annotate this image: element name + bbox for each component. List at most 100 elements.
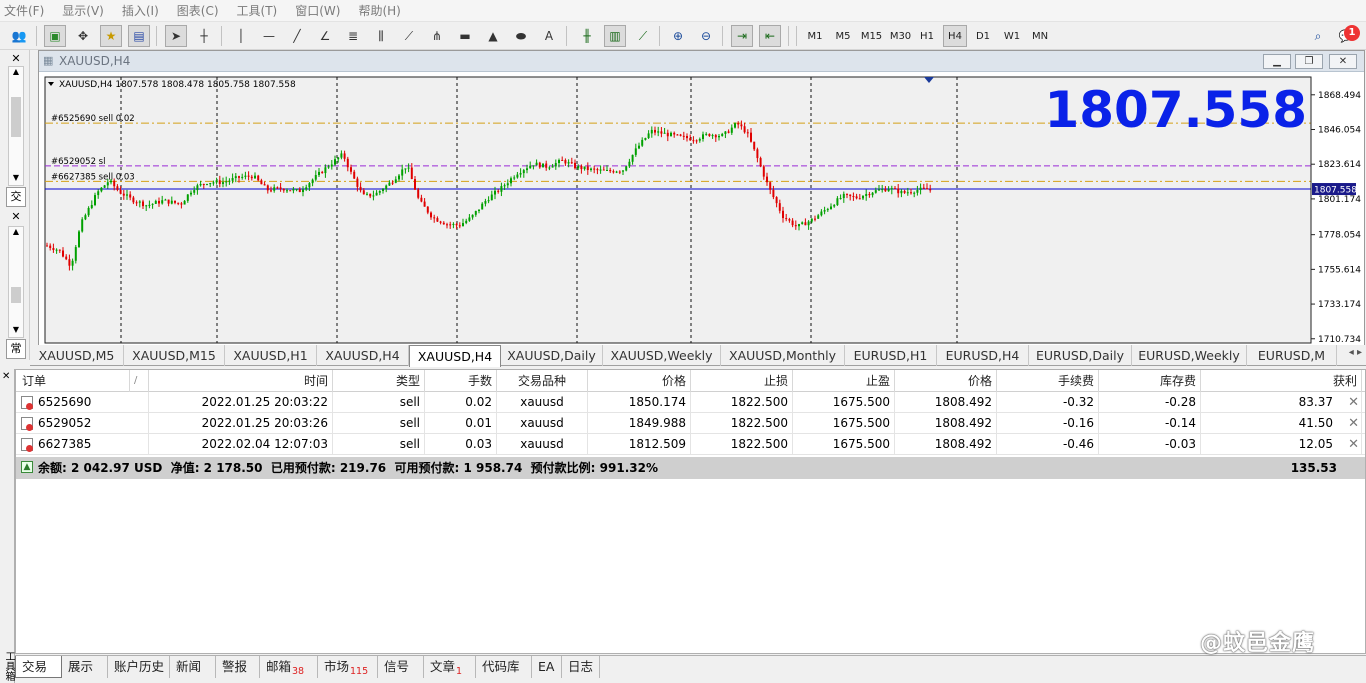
crosshair-move-icon[interactable]: ✥ [72,25,94,47]
chart-tab[interactable]: XAUUSD,Daily [501,345,603,366]
column-header[interactable]: 价格 [588,370,691,392]
terminal-tab[interactable]: 信号 [378,656,424,678]
chart-tab[interactable]: XAUUSD,Weekly [603,345,721,366]
zoom-out-icon[interactable]: ⊖ [695,25,717,47]
gann-icon[interactable]: ⋔ [426,25,448,47]
menu-view[interactable]: 显示(V) [62,2,104,19]
chart-tab[interactable]: XAUUSD,H4 [409,345,501,367]
close-icon[interactable]: ✕ [8,52,24,66]
column-header[interactable]: 价格 [895,370,997,392]
chevron-up-icon[interactable]: ▲ [9,227,23,239]
crosshair-icon[interactable]: ┼ [193,25,215,47]
auto-scroll-icon[interactable]: ⇥ [731,25,753,47]
menu-file[interactable]: 文件(F) [4,2,44,19]
chevron-left-icon[interactable]: ◂ ▸ [1349,347,1362,358]
column-header[interactable]: 库存费 [1099,370,1201,392]
menu-tools[interactable]: 工具(T) [237,2,278,19]
column-header[interactable]: 手数 [425,370,497,392]
terminal-tab[interactable]: 账户历史 [108,656,170,678]
close-icon[interactable]: ✕ [1329,54,1357,69]
column-header[interactable]: 止损 [691,370,793,392]
chart-tab[interactable]: EURUSD,Weekly [1132,345,1247,366]
chevron-up-icon[interactable]: ▲ [9,67,23,79]
fibo-icon[interactable]: ⫼ [370,25,392,47]
navigator-icon[interactable]: ▤ [128,25,150,47]
chart-tab[interactable]: EURUSD,M [1247,345,1337,366]
line-chart-icon[interactable]: ⟋ [632,25,654,47]
minimize-icon[interactable]: ▁ [1263,54,1291,69]
trendline-icon[interactable]: ╱ [286,25,308,47]
text-icon[interactable]: A [538,25,560,47]
table-row[interactable]: 6627385 2022.02.04 12:07:03 sell 0.03 xauusd… [16,434,1365,455]
terminal-tab[interactable]: 市场115 [318,656,378,678]
timeframe-m30[interactable]: M30 [887,25,914,47]
menu-insert[interactable]: 插入(I) [122,2,159,19]
chevron-down-icon[interactable]: ▼ [9,325,23,337]
bar-chart-icon[interactable]: ╫ [576,25,598,47]
chart-tab[interactable]: XAUUSD,Monthly [721,345,845,366]
chart-tab[interactable]: XAUUSD,H1 [225,345,317,366]
close-order-icon[interactable]: ✕ [1348,392,1359,413]
column-header[interactable]: 止盈 [793,370,895,392]
navigator-scrollbar[interactable]: ▲ ▼ [8,226,24,338]
table-row[interactable]: 6525690 2022.01.25 20:03:22 sell 0.02 xauusd… [16,392,1365,413]
ellipse-icon[interactable]: ⬬ [510,25,532,47]
terminal-tab[interactable]: EA [532,656,562,678]
column-header[interactable]: / [130,370,149,392]
column-header[interactable]: 订单 [16,370,130,392]
terminal-tab[interactable]: 新闻 [170,656,216,678]
chart-tab[interactable]: XAUUSD,M5 [30,345,124,366]
chart-tab[interactable]: XAUUSD,M15 [124,345,225,366]
chart-tab[interactable]: EURUSD,H4 [937,345,1029,366]
close-order-icon[interactable]: ✕ [1348,413,1359,434]
close-icon[interactable]: ✕ [2,371,10,382]
timeframe-mn[interactable]: MN [1027,25,1053,47]
terminal-tab[interactable]: 文章1 [424,656,476,678]
cursor-icon[interactable]: ➤ [165,25,187,47]
terminal-tab[interactable]: 警报 [216,656,260,678]
column-header[interactable]: 交易品种 [497,370,588,392]
timeframe-m1[interactable]: M1 [803,25,827,47]
search-icon[interactable]: ⌕ [1307,25,1329,47]
timeframe-w1[interactable]: W1 [999,25,1025,47]
menu-window[interactable]: 窗口(W) [295,2,340,19]
new-chart-icon[interactable]: ▣ [44,25,66,47]
terminal-tab[interactable]: 交易 [15,656,62,678]
column-header[interactable]: 时间 [149,370,333,392]
column-header[interactable]: 手续费 [997,370,1099,392]
menu-help[interactable]: 帮助(H) [358,2,400,19]
triangle-icon[interactable]: ▲ [482,25,504,47]
timeframe-h4[interactable]: H4 [943,25,967,47]
chart-tab[interactable]: EURUSD,Daily [1029,345,1132,366]
zoom-in-icon[interactable]: ⊕ [667,25,689,47]
market-watch-scrollbar[interactable]: ▲ ▼ [8,66,24,186]
channel-icon[interactable]: ≣ [342,25,364,47]
timeframe-m5[interactable]: M5 [831,25,855,47]
timeframe-d1[interactable]: D1 [971,25,995,47]
panel-tab-common[interactable]: 常 [6,339,26,359]
fibo-fan-icon[interactable]: ⟋ [398,25,420,47]
scroll-thumb[interactable] [11,97,21,137]
panel-tab-trade[interactable]: 交 [6,187,26,207]
table-row[interactable]: 6529052 2022.01.25 20:03:26 sell 0.01 xauusd… [16,413,1365,434]
horizontal-line-icon[interactable]: — [258,25,280,47]
close-order-icon[interactable]: ✕ [1348,434,1359,455]
scroll-thumb[interactable] [11,287,21,303]
timeframe-m15[interactable]: M15 [858,25,885,47]
favorites-icon[interactable]: ★ [100,25,122,47]
menu-charts[interactable]: 图表(C) [177,2,219,19]
timeframe-h1[interactable]: H1 [915,25,939,47]
chevron-down-icon[interactable]: ▼ [9,173,23,185]
column-header[interactable]: 类型 [333,370,425,392]
rectangle-icon[interactable]: ▬ [454,25,476,47]
candlestick-icon[interactable]: ▥ [604,25,626,47]
terminal-tab[interactable]: 代码库 [476,656,532,678]
terminal-tab[interactable]: 展示 [62,656,108,678]
column-header[interactable]: 获利 [1201,370,1362,392]
vertical-line-icon[interactable]: │ [230,25,252,47]
angle-trendline-icon[interactable]: ∠ [314,25,336,47]
chart-tab[interactable]: EURUSD,H1 [845,345,937,366]
price-chart[interactable]: 1868.494 1846.054 1823.614 1801.174 1778.054… [39,73,1364,346]
close-icon[interactable]: ✕ [8,210,24,224]
chart-shift-icon[interactable]: ⇤ [759,25,781,47]
